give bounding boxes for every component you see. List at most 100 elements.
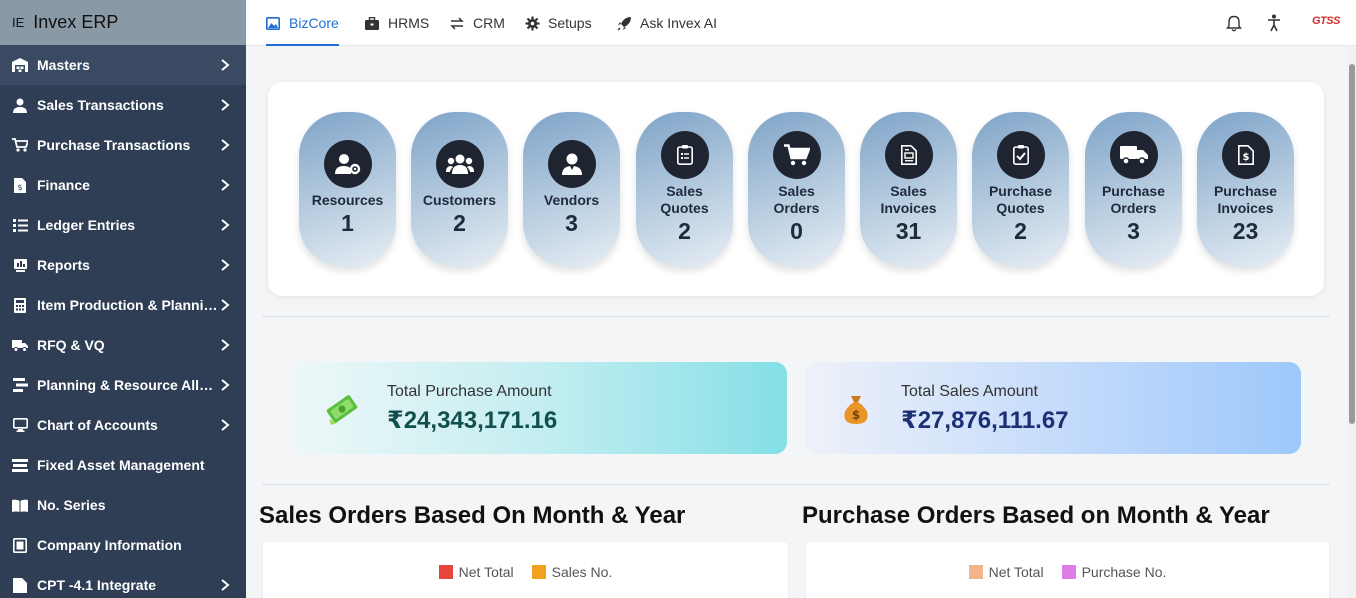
legend-item-net-total[interactable]: Net Total: [438, 564, 514, 580]
tab-label: BizCore: [289, 15, 339, 31]
kpi-customers[interactable]: Customers 2: [411, 112, 508, 267]
kpi-value: 3: [1127, 218, 1140, 244]
tab-setups[interactable]: Setups: [525, 0, 592, 46]
sidebar-item-label: CPT -4.1 Integrate: [37, 577, 157, 593]
chevron-right-icon: [221, 59, 230, 71]
svg-text:$: $: [17, 183, 22, 192]
tab-label: CRM: [473, 15, 505, 31]
users-icon: [435, 140, 484, 188]
kpi-purchase-invoices[interactable]: $ Purchase Invoices 23: [1197, 112, 1294, 267]
scrollbar-thumb[interactable]: [1349, 64, 1355, 424]
section-divider: [262, 484, 1330, 485]
kpi-value: 2: [1014, 218, 1027, 244]
legend-label: Net Total: [988, 564, 1044, 580]
sales-orders-chart: Net Total Sales No.: [262, 541, 789, 598]
brand[interactable]: IE Invex ERP: [0, 0, 246, 45]
sidebar-item-purchase-transactions[interactable]: Purchase Transactions: [0, 125, 246, 165]
kpi-sales-quotes[interactable]: Sales Quotes 2: [636, 112, 733, 267]
sales-orders-chart-title: Sales Orders Based On Month & Year: [259, 502, 686, 529]
sidebar-item-label: Purchase Transactions: [37, 137, 191, 153]
sidebar-item-masters[interactable]: Masters: [0, 45, 246, 85]
sidebar-item-item-production[interactable]: Item Production & Planning: [0, 285, 246, 325]
sidebar-item-reports[interactable]: Reports: [0, 245, 246, 285]
legend-swatch: [968, 565, 983, 579]
sidebar-item-fixed-asset-management[interactable]: Fixed Asset Management: [0, 445, 246, 485]
kpi-label: Orders: [1110, 200, 1157, 216]
monitor-icon: [12, 417, 28, 433]
sidebar-item-ledger-entries[interactable]: Ledger Entries: [0, 205, 246, 245]
kpi-resources[interactable]: Resources 1: [299, 112, 396, 267]
sidebar-item-rfq-vq[interactable]: RFQ & VQ: [0, 325, 246, 365]
kpi-sales-orders[interactable]: Sales Orders 0: [748, 112, 845, 267]
chevron-right-icon: [221, 579, 230, 591]
cart-icon: [12, 137, 28, 153]
brand-abbr: IE: [12, 15, 25, 30]
kpi-label: Resources: [311, 192, 384, 208]
kpi-label: Invoices: [880, 200, 937, 216]
money-bag-icon: $: [839, 392, 873, 426]
tab-hrms[interactable]: HRMS: [365, 0, 429, 46]
sync-icon: [450, 16, 465, 31]
legend-swatch: [531, 565, 546, 579]
legend-item-net-total[interactable]: Net Total: [968, 564, 1044, 580]
invoice-dollar-icon: $: [1221, 131, 1270, 179]
clipboard-list-icon: [660, 131, 709, 179]
vendor-icon: [547, 140, 596, 188]
page-scrollbar[interactable]: [1348, 46, 1356, 598]
kpi-value: 3: [565, 210, 578, 236]
chevron-right-icon: [221, 259, 230, 271]
sidebar-item-finance[interactable]: $ Finance: [0, 165, 246, 205]
company-logo: GTSS: [1312, 15, 1340, 27]
kpi-label: Customers: [422, 192, 497, 208]
sidebar: IE Invex ERP Masters Sales Transactions …: [0, 0, 246, 598]
legend-label: Sales No.: [551, 564, 613, 580]
sidebar-item-no-series[interactable]: No. Series: [0, 485, 246, 525]
tab-label: Ask Invex AI: [640, 15, 718, 31]
calculator-icon: [12, 297, 28, 313]
legend-item-purchase-no[interactable]: Purchase No.: [1061, 564, 1166, 580]
sidebar-item-chart-of-accounts[interactable]: Chart of Accounts: [0, 405, 246, 445]
sidebar-item-planning-resource[interactable]: Planning & Resource Allocation: [0, 365, 246, 405]
accessibility-icon[interactable]: [1263, 12, 1285, 34]
user-gear-icon: [323, 140, 372, 188]
invoice-icon: [884, 131, 933, 179]
total-purchase-label: Total Purchase Amount: [387, 383, 552, 400]
code-icon: [12, 577, 28, 593]
kpi-vendors[interactable]: Vendors 3: [523, 112, 620, 267]
kpi-label: Sales: [778, 183, 815, 199]
kpi-label: Quotes: [660, 200, 709, 216]
purchase-orders-chart: Net Total Purchase No.: [805, 541, 1330, 598]
sidebar-item-label: Sales Transactions: [37, 97, 164, 113]
chevron-right-icon: [221, 339, 230, 351]
gear-icon: [525, 16, 540, 31]
kpi-value: 0: [790, 218, 803, 244]
warehouse-icon: [12, 57, 28, 73]
legend-item-sales-no[interactable]: Sales No.: [531, 564, 613, 580]
book-icon: [12, 497, 28, 513]
bell-icon[interactable]: [1223, 12, 1245, 34]
sidebar-item-label: Item Production & Planning: [37, 297, 219, 313]
total-purchase-value: ₹24,343,171.16: [387, 407, 558, 434]
kpi-sales-invoices[interactable]: Sales Invoices 31: [860, 112, 957, 267]
legend-label: Net Total: [458, 564, 514, 580]
tab-ask-invex-ai[interactable]: Ask Invex AI: [617, 0, 717, 46]
tab-bizcore[interactable]: BizCore: [266, 0, 339, 46]
report-icon: [12, 257, 28, 273]
briefcase-icon: [365, 16, 380, 31]
kpi-label: Orders: [773, 200, 820, 216]
sidebar-item-label: Fixed Asset Management: [37, 457, 205, 473]
sidebar-item-cpt-integrate[interactable]: CPT -4.1 Integrate: [0, 565, 246, 598]
kpi-summary-card: Resources 1 Customers 2 Vendors 3 Sales …: [268, 82, 1324, 296]
total-sales-card: $ Total Sales Amount ₹27,876,111.67: [805, 362, 1301, 454]
legend-swatch: [1061, 565, 1076, 579]
sidebar-item-company-information[interactable]: Company Information: [0, 525, 246, 565]
tab-crm[interactable]: CRM: [450, 0, 505, 46]
truck-icon: [1109, 131, 1158, 179]
top-navbar: BizCore HRMS CRM Setups Ask Invex AI GTS…: [246, 0, 1356, 46]
kpi-purchase-orders[interactable]: Purchase Orders 3: [1085, 112, 1182, 267]
cart-icon: [772, 131, 821, 179]
kpi-purchase-quotes[interactable]: Purchase Quotes 2: [972, 112, 1069, 267]
svg-text:$: $: [852, 408, 860, 422]
kpi-label: Quotes: [996, 200, 1045, 216]
sidebar-item-sales-transactions[interactable]: Sales Transactions: [0, 85, 246, 125]
